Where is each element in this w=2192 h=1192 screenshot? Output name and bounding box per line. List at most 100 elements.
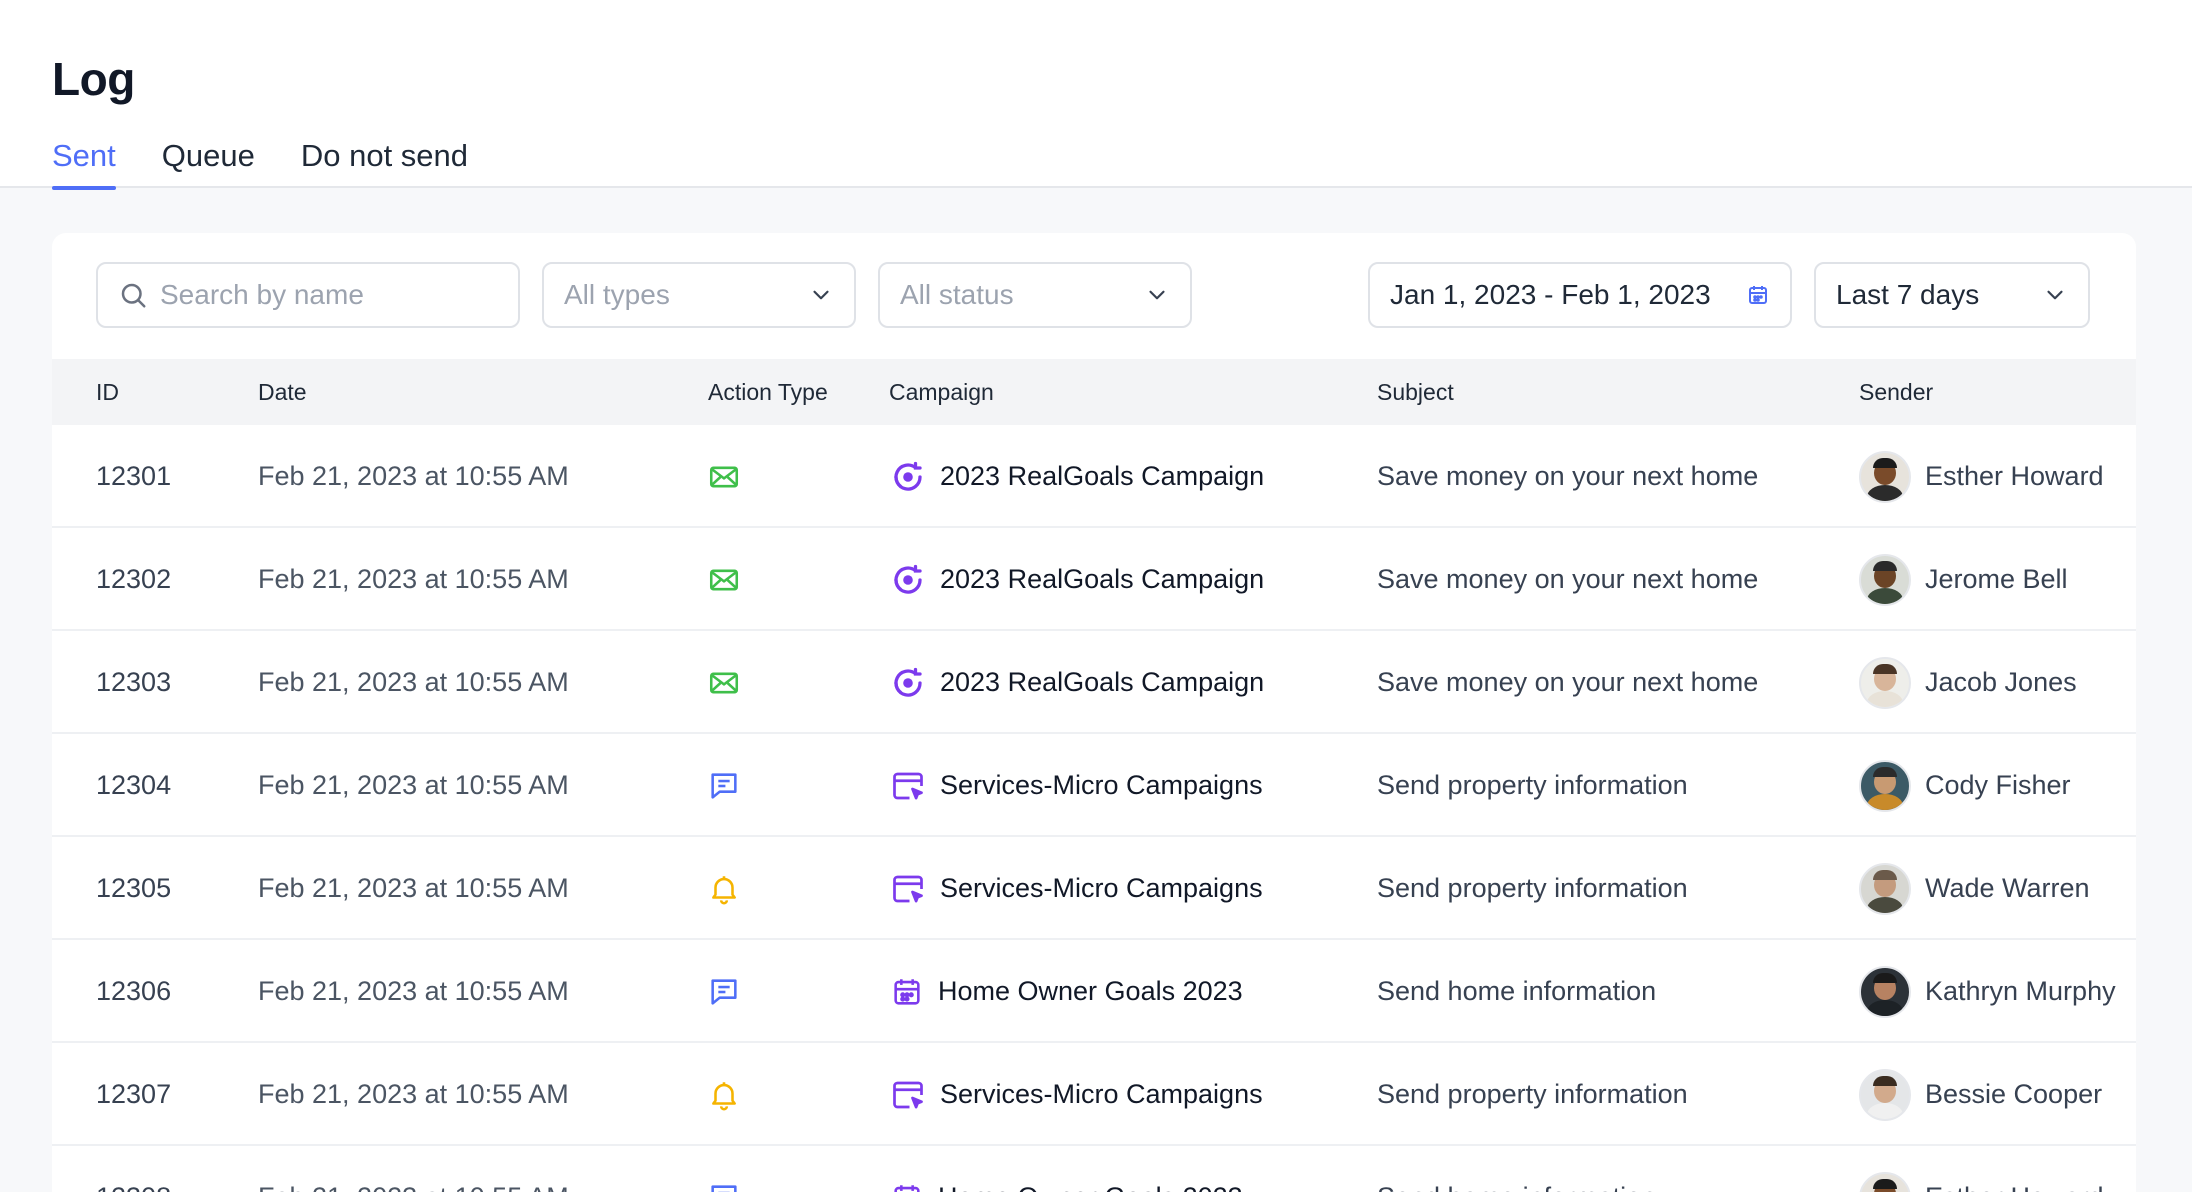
row-id: 12302 [96,564,172,594]
table-row[interactable]: 12304 Feb 21, 2023 at 10:55 AM Services-Mi… [52,734,2136,837]
row-sender: Jacob Jones [1859,631,2077,734]
avatar [1859,656,1911,709]
row-sender-name: Jerome Bell [1925,564,2068,594]
tab-queue[interactable]: Queue [162,138,255,188]
row-subject: Send home information [1377,976,1657,1006]
row-sender: Kathryn Murphy [1859,940,2116,1043]
search-icon [118,280,148,310]
row-date: Feb 21, 2023 at 10:55 AM [258,461,569,491]
table-header: ID Date Action Type Campaign Subject Sen… [52,359,2136,425]
email-icon [707,528,741,631]
table-row[interactable]: 12305 Feb 21, 2023 at 10:55 AM Services-Mi… [52,837,2136,940]
target-icon [890,665,926,701]
table-row[interactable]: 12303 Feb 21, 2023 at 10:55 AM 2023 RealGo… [52,631,2136,734]
row-subject: Send property information [1377,1079,1688,1109]
row-campaign[interactable]: 2023 RealGoals Campaign [890,631,1264,734]
log-tabs: Sent Queue Do not send [52,138,468,190]
message-icon [707,1146,741,1192]
row-date: Feb 21, 2023 at 10:55 AM [258,564,569,594]
row-sender: Wade Warren [1859,837,2090,940]
row-date: Feb 21, 2023 at 10:55 AM [258,1079,569,1109]
row-subject: Send home information [1377,1146,1656,1192]
row-sender: Bessie Cooper [1859,1043,2102,1146]
row-sender-name: Kathryn Murphy [1925,976,2116,1006]
row-date: Feb 21, 2023 at 10:55 AM [258,770,569,800]
type-filter-value: All types [564,279,670,310]
row-id: 12303 [96,667,172,697]
type-filter-select[interactable]: All types [542,262,856,328]
avatar [1859,1171,1911,1192]
date-range-value: Jan 1, 2023 - Feb 1, 2023 [1390,279,1711,310]
tab-sent[interactable]: Sent [52,138,116,190]
row-date: Feb 21, 2023 at 10:55 AM [258,1146,569,1192]
row-sender-name: Jacob Jones [1925,667,2077,697]
target-icon [890,562,926,598]
row-subject: Save money on your next home [1377,564,1759,594]
date-range-picker[interactable]: Jan 1, 2023 - Feb 1, 2023 [1368,262,1792,328]
row-sender-name: Wade Warren [1925,873,2090,903]
row-campaign-name: Home Owner Goals 2023 [938,976,1243,1006]
column-header-action-type[interactable]: Action Type [708,359,828,425]
avatar [1859,450,1911,503]
row-date: Feb 21, 2023 at 10:55 AM [258,873,569,903]
table-row[interactable]: 12308 Feb 21, 2023 at 10:55 AM Home Owner … [52,1146,2136,1192]
row-campaign-name: Home Owner Goals 2023 [938,1182,1243,1192]
row-sender: Cody Fisher [1859,734,2071,837]
date-preset-select[interactable]: Last 7 days [1814,262,2090,328]
table-row[interactable]: 12306 Feb 21, 2023 at 10:55 AM Home Owner … [52,940,2136,1043]
email-icon [707,425,741,528]
row-campaign[interactable]: Home Owner Goals 2023 [890,940,1243,1043]
row-date: Feb 21, 2023 at 10:55 AM [258,667,569,697]
table-row[interactable]: 12302 Feb 21, 2023 at 10:55 AM 2023 RealGo… [52,528,2136,631]
calendar-icon [1746,283,1770,307]
calendar-icon [890,975,924,1009]
status-filter-select[interactable]: All status [878,262,1192,328]
table-row[interactable]: 12307 Feb 21, 2023 at 10:55 AM Services-Mi… [52,1043,2136,1146]
column-header-id[interactable]: ID [96,359,119,425]
status-filter-value: All status [900,279,1014,310]
row-date: Feb 21, 2023 at 10:55 AM [258,976,569,1006]
row-id: 12301 [96,461,172,491]
column-header-campaign[interactable]: Campaign [889,359,994,425]
row-sender-name: Esther Howard [1925,461,2104,491]
bell-icon [707,1043,741,1146]
row-campaign[interactable]: 2023 RealGoals Campaign [890,528,1264,631]
date-preset-value: Last 7 days [1836,279,1980,310]
row-campaign[interactable]: Home Owner Goals 2023 [890,1146,1243,1192]
row-campaign[interactable]: 2023 RealGoals Campaign [890,425,1264,528]
table-row[interactable]: 12301 Feb 21, 2023 at 10:55 AM 2023 RealGo… [52,425,2136,528]
avatar [1859,759,1911,812]
column-header-subject[interactable]: Subject [1377,359,1454,425]
row-campaign-name: Services-Micro Campaigns [940,770,1263,800]
calendar-icon [890,1181,924,1192]
row-sender-name: Bessie Cooper [1925,1079,2103,1109]
bell-icon [707,837,741,940]
row-subject: Send property information [1377,873,1688,903]
row-subject: Save money on your next home [1377,667,1759,697]
row-campaign[interactable]: Services-Micro Campaigns [890,734,1263,837]
row-sender: Esther Howard [1859,425,2104,528]
row-subject: Send property information [1377,770,1688,800]
browser-cursor-icon [890,871,926,907]
target-icon [890,459,926,495]
message-icon [707,734,741,837]
column-header-sender[interactable]: Sender [1859,359,1933,425]
row-sender: Jerome Bell [1859,528,2068,631]
tab-do-not-send[interactable]: Do not send [301,138,468,188]
search-placeholder: Search by name [160,279,364,310]
chevron-down-icon [2042,282,2068,308]
search-input[interactable]: Search by name [96,262,520,328]
browser-cursor-icon [890,1077,926,1113]
chevron-down-icon [1144,282,1170,308]
avatar [1859,965,1911,1018]
row-campaign[interactable]: Services-Micro Campaigns [890,1043,1263,1146]
row-subject: Save money on your next home [1377,461,1759,491]
log-table-card: Search by name All types All status Jan … [52,233,2136,1192]
row-sender: Esther Howard [1859,1146,2104,1192]
column-header-date[interactable]: Date [258,359,307,425]
row-id: 12307 [96,1079,172,1109]
row-campaign-name: 2023 RealGoals Campaign [940,564,1265,594]
row-campaign-name: Services-Micro Campaigns [940,1079,1263,1109]
row-campaign[interactable]: Services-Micro Campaigns [890,837,1263,940]
row-campaign-name: 2023 RealGoals Campaign [940,461,1265,491]
